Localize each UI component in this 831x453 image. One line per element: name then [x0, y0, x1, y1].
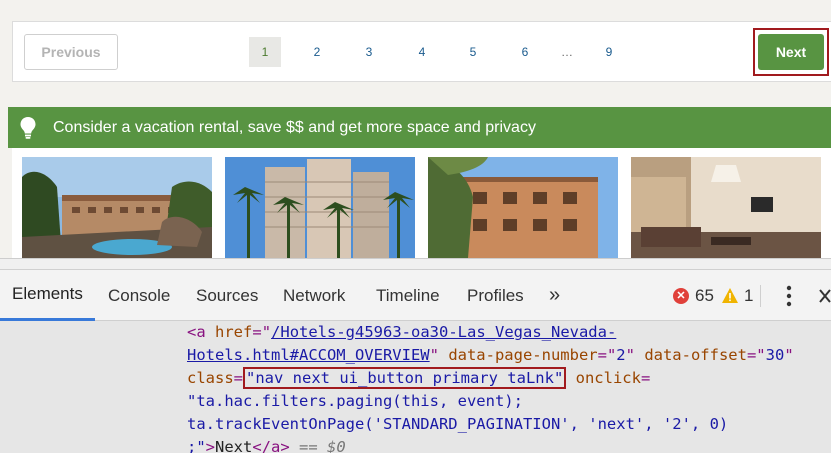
element-text: Next [215, 438, 253, 453]
attr-onclick: onclick [566, 369, 641, 387]
elements-dom-tree: <a href="/Hotels-g45963-oa30-Las_Vegas_N… [0, 321, 831, 453]
vacation-rental-text: Consider a vacation rental, save $$ and … [53, 118, 536, 136]
page-4-link[interactable]: 4 [406, 37, 438, 67]
attr-value: 2 [616, 346, 626, 364]
href-link-cont[interactable]: Hotels.html#ACCOM_OVERVIEW [187, 346, 430, 364]
pagination-bar: Previous 1 2 3 4 5 6 … 9 Next [12, 21, 831, 82]
attr-class: class [187, 369, 234, 387]
page-numbers: 1 2 3 4 5 6 … 9 [13, 37, 831, 67]
code-line-3[interactable]: class= "nav next ui_button primary taLnk"… [187, 367, 650, 390]
page-9-link[interactable]: 9 [593, 37, 625, 67]
code-line-2[interactable]: Hotels.html#ACCOM_OVERVIEW" data-page-nu… [187, 344, 794, 367]
tab-sources[interactable]: Sources [196, 270, 258, 321]
page-ellipsis: … [561, 45, 573, 59]
warning-counter[interactable]: 1 [722, 270, 753, 321]
devtools-panel: Elements Console Sources Network Timelin… [0, 258, 831, 453]
onclick-value-cont: ta.trackEventOnPage('STANDARD_PAGINATION… [187, 415, 729, 433]
page-6-link[interactable]: 6 [509, 37, 541, 67]
warning-icon [722, 288, 738, 303]
rental-photo-strip [12, 148, 831, 258]
next-button[interactable]: Next [758, 34, 824, 70]
page-2-link[interactable]: 2 [301, 37, 333, 67]
href-link[interactable]: /Hotels-g45963-oa30-Las_Vegas_Nevada- [271, 323, 616, 341]
hotel-room-interior-photo[interactable] [631, 157, 821, 258]
attr-equals: = [640, 369, 651, 387]
kebab-menu-icon[interactable] [781, 284, 797, 308]
tab-elements[interactable]: Elements [0, 270, 95, 321]
high-rise-palms-photo[interactable] [225, 157, 415, 258]
attr-data-page-number: data-page-number [438, 346, 598, 364]
quote: " [625, 346, 635, 364]
tag-bracket: > [205, 438, 216, 453]
tab-profiles[interactable]: Profiles [467, 270, 524, 321]
page-1-link[interactable]: 1 [249, 37, 281, 67]
onclick-value-end: ;" [187, 438, 206, 453]
code-line-5[interactable]: ta.trackEventOnPage('STANDARD_PAGINATION… [187, 413, 728, 436]
toolbar-divider [760, 285, 761, 307]
hotel-pool-photo[interactable] [22, 157, 212, 258]
page-3-link[interactable]: 3 [353, 37, 385, 67]
tab-console[interactable]: Console [108, 270, 170, 321]
attr-equals: =" [746, 346, 766, 364]
selected-marker: == $0 [289, 438, 346, 453]
quote: " [429, 346, 439, 364]
vacation-rental-banner[interactable]: Consider a vacation rental, save $$ and … [8, 107, 831, 148]
more-tabs-icon[interactable]: » [549, 270, 560, 321]
attr-href: href [205, 323, 253, 341]
attr-value: 30 [765, 346, 785, 364]
lightbulb-icon [8, 107, 48, 148]
error-count: 65 [695, 285, 714, 305]
attr-equals: =" [597, 346, 617, 364]
devtools-tabbar: Elements Console Sources Network Timelin… [0, 270, 831, 321]
attr-data-offset: data-offset [634, 346, 747, 364]
close-icon[interactable] [818, 287, 831, 305]
error-icon: ✕ [673, 287, 689, 304]
code-line-6[interactable]: ;">Next</a> == $0 [187, 436, 346, 453]
apartment-building-photo[interactable] [428, 157, 618, 258]
quote: " [784, 346, 794, 364]
error-counter[interactable]: ✕ 65 [673, 270, 714, 321]
code-line-1[interactable]: <a href="/Hotels-g45963-oa30-Las_Vegas_N… [187, 321, 616, 344]
attr-equals: = [233, 369, 244, 387]
onclick-value: "ta.hac.filters.paging(this, event); [187, 392, 523, 410]
class-value-highlight: "nav next ui_button primary taLnk" [243, 367, 567, 389]
next-button-highlight: Next [753, 28, 829, 76]
tag-name: a [196, 323, 206, 341]
warning-count: 1 [744, 285, 754, 305]
code-line-4[interactable]: "ta.hac.filters.paging(this, event); [187, 390, 523, 413]
tag-bracket: < [187, 323, 197, 341]
page-5-link[interactable]: 5 [457, 37, 489, 67]
closing-tag: </a> [252, 438, 290, 453]
tab-timeline[interactable]: Timeline [376, 270, 440, 321]
devtools-resize-handle[interactable] [0, 259, 831, 270]
attr-equals: =" [252, 323, 272, 341]
tab-network[interactable]: Network [283, 270, 345, 321]
